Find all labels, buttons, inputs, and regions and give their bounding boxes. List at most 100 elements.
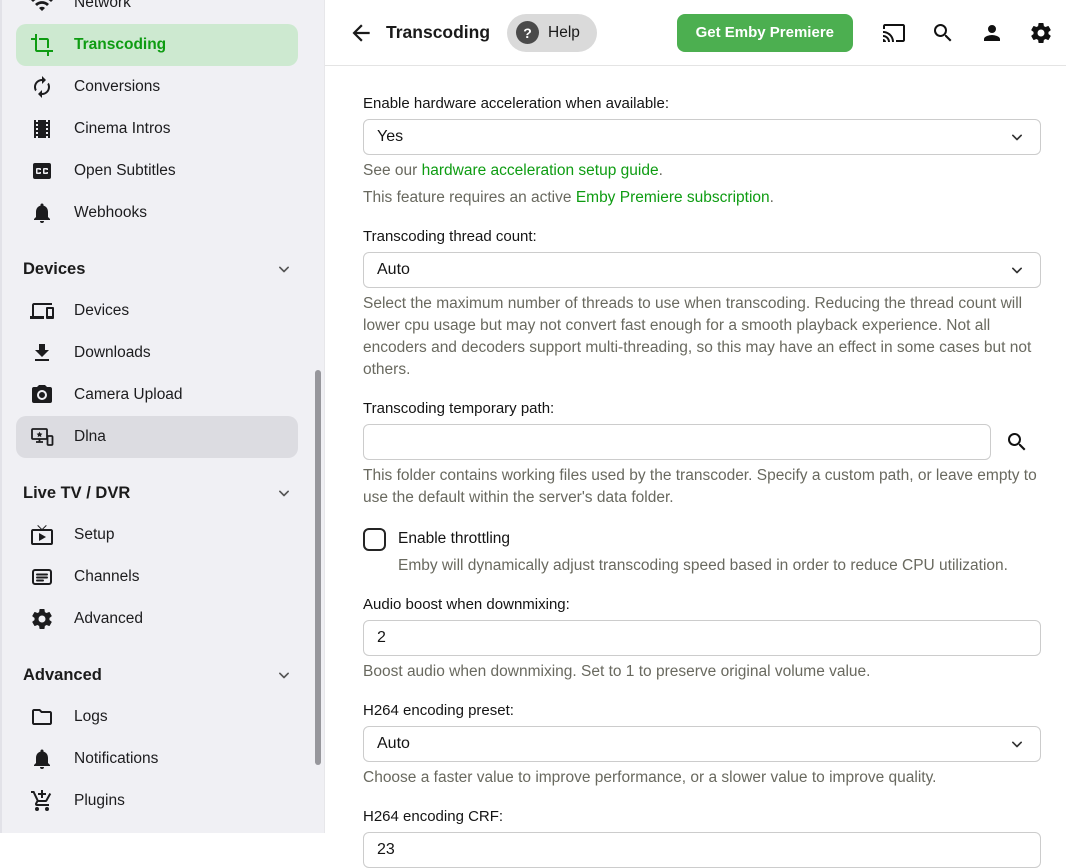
- gear-icon: [30, 607, 54, 631]
- sidebar-item-logs[interactable]: Logs: [16, 696, 298, 738]
- sidebar-item-webhooks[interactable]: Webhooks: [16, 192, 298, 234]
- dlna-icon: [30, 425, 54, 449]
- hw-accel-guide-link[interactable]: hardware acceleration setup guide: [422, 162, 659, 179]
- sidebar-item-label: Transcoding: [74, 36, 166, 54]
- field-temp-path: Transcoding temporary path: This folder …: [363, 399, 1041, 509]
- sidebar-item-label: Devices: [74, 302, 129, 320]
- sidebar-item-label: Logs: [74, 708, 108, 726]
- sidebar-item-cinema-intros[interactable]: Cinema Intros: [16, 108, 298, 150]
- thread-count-select[interactable]: Auto: [363, 252, 1041, 288]
- app-bar: Transcoding ? Help Get Emby Premiere: [325, 0, 1066, 66]
- user-icon[interactable]: [980, 21, 1004, 45]
- sidebar-item-label: Plugins: [74, 792, 125, 810]
- app-bar-icons: [882, 21, 1053, 45]
- sidebar-item-label: Channels: [74, 568, 140, 586]
- sidebar-item-conversions[interactable]: Conversions: [16, 66, 298, 108]
- sidebar-scrollbar[interactable]: [315, 370, 321, 765]
- sidebar-section-devices[interactable]: Devices: [2, 248, 324, 290]
- sidebar-item-label: Downloads: [74, 344, 151, 362]
- sidebar-item-label: Open Subtitles: [74, 162, 176, 180]
- thread-count-help: Select the maximum number of threads to …: [363, 293, 1041, 381]
- sidebar-item-label: Webhooks: [74, 204, 147, 222]
- field-h264-crf: H264 encoding CRF:: [363, 807, 1041, 868]
- thread-count-value: Auto: [377, 261, 410, 279]
- sidebar-item-open-subtitles[interactable]: Open Subtitles: [16, 150, 298, 192]
- sidebar-item-label: Dlna: [74, 428, 106, 446]
- bell-icon: [30, 747, 54, 771]
- sidebar-item-label: Network: [74, 0, 131, 12]
- network-icon: [30, 0, 54, 15]
- chevron-down-icon: [274, 483, 294, 503]
- h264-crf-input[interactable]: [363, 832, 1041, 868]
- transcoding-form: Enable hardware acceleration when availa…: [325, 66, 1066, 868]
- sidebar-nav: Network Transcoding Conversions Cinema I…: [2, 0, 324, 833]
- conversions-icon: [30, 75, 54, 99]
- sidebar-item-downloads[interactable]: Downloads: [16, 332, 298, 374]
- h264-preset-help: Choose a faster value to improve perform…: [363, 767, 1041, 789]
- sidebar-item-label: Camera Upload: [74, 386, 183, 404]
- sidebar-item-dlna[interactable]: Dlna: [16, 416, 298, 458]
- premiere-subscription-link[interactable]: Emby Premiere subscription: [576, 189, 770, 206]
- sidebar-section-live-tv-dvr[interactable]: Live TV / DVR: [2, 472, 324, 514]
- field-hw-accel: Enable hardware acceleration when availa…: [363, 94, 1041, 209]
- throttling-row: Enable throttling: [363, 527, 1041, 551]
- sidebar-item-channels[interactable]: Channels: [16, 556, 298, 598]
- downloads-icon: [30, 341, 54, 365]
- field-thread-count: Transcoding thread count: Auto Select th…: [363, 227, 1041, 381]
- help-text: See our: [363, 162, 422, 179]
- sidebar-item-livetv-advanced[interactable]: Advanced: [16, 598, 298, 640]
- hw-accel-label: Enable hardware acceleration when availa…: [363, 94, 1041, 114]
- throttling-help: Emby will dynamically adjust transcoding…: [398, 555, 1041, 577]
- sidebar-item-network[interactable]: Network: [16, 0, 298, 24]
- hw-accel-help: See our hardware acceleration setup guid…: [363, 160, 1041, 182]
- live-tv-icon: [30, 523, 54, 547]
- chevron-down-icon: [274, 259, 294, 279]
- browse-search-icon[interactable]: [1005, 430, 1029, 454]
- temp-path-row: [363, 424, 1041, 460]
- channels-icon: [30, 565, 54, 589]
- sidebar-section-advanced[interactable]: Advanced: [2, 654, 324, 696]
- help-button[interactable]: ? Help: [507, 14, 597, 52]
- cast-icon[interactable]: [882, 21, 906, 45]
- folder-icon: [30, 705, 54, 729]
- sidebar-item-setup[interactable]: Setup: [16, 514, 298, 556]
- sidebar-item-transcoding[interactable]: Transcoding: [16, 24, 298, 66]
- sidebar-item-devices[interactable]: Devices: [16, 290, 298, 332]
- get-emby-premiere-button[interactable]: Get Emby Premiere: [677, 14, 853, 52]
- sidebar: Network Transcoding Conversions Cinema I…: [0, 0, 325, 833]
- sidebar-item-label: Advanced: [74, 610, 143, 628]
- hw-accel-value: Yes: [377, 128, 403, 146]
- search-icon[interactable]: [931, 21, 955, 45]
- camera-icon: [30, 383, 54, 407]
- page-title: Transcoding: [386, 22, 490, 43]
- temp-path-input[interactable]: [363, 424, 991, 460]
- field-throttling: Enable throttling Emby will dynamically …: [363, 527, 1041, 577]
- h264-preset-select[interactable]: Auto: [363, 726, 1041, 762]
- subtitles-icon: [30, 159, 54, 183]
- chevron-down-icon: [1007, 260, 1027, 280]
- sidebar-item-plugins[interactable]: Plugins: [16, 780, 298, 822]
- h264-preset-label: H264 encoding preset:: [363, 701, 1041, 721]
- chevron-down-icon: [1007, 734, 1027, 754]
- cinema-intros-icon: [30, 117, 54, 141]
- devices-icon: [30, 299, 54, 323]
- sidebar-item-camera-upload[interactable]: Camera Upload: [16, 374, 298, 416]
- gear-icon[interactable]: [1029, 21, 1053, 45]
- sidebar-item-label: Setup: [74, 526, 115, 544]
- webhooks-icon: [30, 201, 54, 225]
- help-text: This feature requires an active: [363, 189, 576, 206]
- hw-accel-select[interactable]: Yes: [363, 119, 1041, 155]
- field-audio-boost: Audio boost when downmixing: Boost audio…: [363, 595, 1041, 683]
- audio-boost-help: Boost audio when downmixing. Set to 1 to…: [363, 661, 1041, 683]
- section-label: Live TV / DVR: [23, 484, 130, 503]
- throttling-label: Enable throttling: [398, 530, 510, 548]
- throttling-checkbox[interactable]: [363, 528, 386, 551]
- help-icon: ?: [516, 21, 539, 44]
- back-arrow-icon[interactable]: [348, 20, 374, 46]
- sidebar-item-scheduled-tasks[interactable]: Scheduled Tasks: [16, 822, 298, 833]
- audio-boost-input[interactable]: [363, 620, 1041, 656]
- section-label: Devices: [23, 260, 85, 279]
- section-label: Advanced: [23, 666, 102, 685]
- sidebar-item-notifications[interactable]: Notifications: [16, 738, 298, 780]
- premiere-required-help: This feature requires an active Emby Pre…: [363, 187, 1041, 209]
